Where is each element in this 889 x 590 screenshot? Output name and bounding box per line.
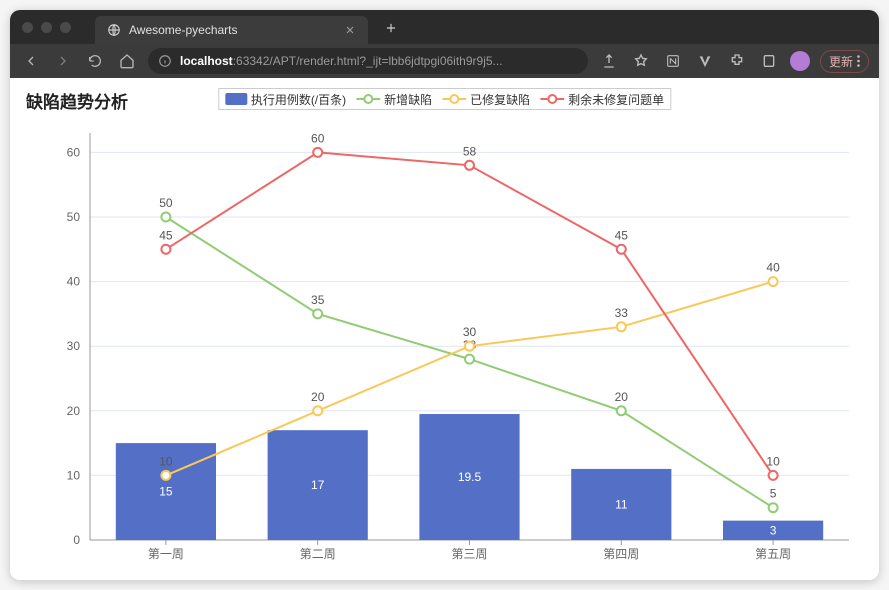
update-label: 更新 [829,53,853,70]
back-button[interactable] [20,50,42,72]
browser-tab[interactable]: Awesome-pyecharts [95,16,368,44]
traffic-lights [22,22,71,33]
chart-canvas: 0102030405060第一周第二周第三周第四周第五周151719.51135… [10,78,879,580]
reload-button[interactable] [84,50,106,72]
url-path: /APT/render.html?_ijt=lbb6jdtpgi06ith9r9… [269,54,502,68]
point-value-label: 50 [159,196,173,210]
browser-window: Awesome-pyecharts localhost :6 [10,10,879,580]
x-tick-label: 第五周 [755,547,791,561]
page-content: 缺陷趋势分析 执行用例数(/百条) 新增缺陷 已修复缺陷 [10,78,879,580]
point-value-label: 20 [615,390,629,404]
globe-icon [107,23,121,37]
point-value-label: 30 [463,325,477,339]
point-value-label: 5 [770,487,777,501]
data-point[interactable] [465,161,474,170]
x-tick-label: 第三周 [451,547,487,561]
forward-button[interactable] [52,50,74,72]
point-value-label: 35 [311,293,325,307]
bar-value-label: 17 [311,478,325,492]
maximize-window-button[interactable] [60,22,71,33]
titlebar: Awesome-pyecharts [10,10,879,44]
data-point[interactable] [465,342,474,351]
point-value-label: 33 [615,306,629,320]
bar-value-label: 19.5 [458,470,482,484]
url-host: localhost [180,54,233,68]
home-button[interactable] [116,50,138,72]
point-value-label: 40 [766,261,780,275]
bar-value-label: 15 [159,485,173,499]
browser-toolbar: localhost :63342 /APT/render.html?_ijt=l… [10,44,879,78]
y-tick-label: 40 [67,275,81,289]
data-point[interactable] [161,471,170,480]
toolbar-icons: 更新 [598,50,869,73]
v-extension-icon[interactable] [694,50,716,72]
close-window-button[interactable] [22,22,33,33]
point-value-label: 20 [311,390,325,404]
site-info-icon[interactable] [158,54,172,68]
point-value-label: 10 [766,454,780,468]
bar-value-label: 3 [770,523,777,537]
address-bar[interactable]: localhost :63342 /APT/render.html?_ijt=l… [148,48,588,74]
share-icon[interactable] [598,50,620,72]
tab-title: Awesome-pyecharts [129,23,238,37]
y-tick-label: 0 [73,533,80,547]
extensions-icon[interactable] [726,50,748,72]
profile-avatar[interactable] [790,51,810,71]
data-point[interactable] [161,245,170,254]
x-tick-label: 第二周 [300,547,336,561]
y-tick-label: 20 [67,404,81,418]
point-value-label: 10 [159,454,173,468]
bar-value-label: 11 [615,497,628,511]
point-value-label: 45 [159,228,173,242]
bookmark-star-icon[interactable] [630,50,652,72]
data-point[interactable] [313,406,322,415]
point-value-label: 58 [463,144,477,158]
update-button[interactable]: 更新 [820,50,869,73]
point-value-label: 60 [311,131,325,145]
minimize-window-button[interactable] [41,22,52,33]
data-point[interactable] [313,309,322,318]
data-point[interactable] [769,503,778,512]
url-port: :63342 [233,54,270,68]
point-value-label: 45 [615,228,629,242]
new-tab-button[interactable] [376,21,406,40]
y-tick-label: 50 [67,210,81,224]
data-point[interactable] [769,471,778,480]
data-point[interactable] [313,148,322,157]
data-point[interactable] [617,245,626,254]
close-tab-button[interactable] [344,24,356,36]
y-tick-label: 30 [67,339,81,353]
notion-extension-icon[interactable] [662,50,684,72]
data-point[interactable] [769,277,778,286]
data-point[interactable] [617,322,626,331]
x-tick-label: 第一周 [148,547,184,561]
data-point[interactable] [465,355,474,364]
data-point[interactable] [161,212,170,221]
y-tick-label: 60 [67,145,81,159]
reading-list-icon[interactable] [758,50,780,72]
x-tick-label: 第四周 [603,547,639,561]
data-point[interactable] [617,406,626,415]
y-tick-label: 10 [67,468,81,482]
